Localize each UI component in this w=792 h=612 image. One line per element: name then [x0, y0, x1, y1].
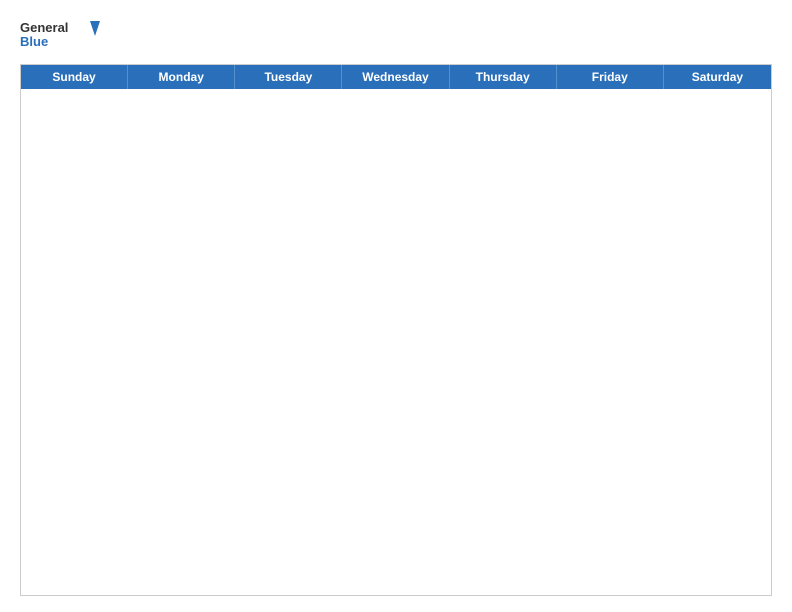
logo: General Blue: [20, 16, 100, 56]
header-cell-friday: Friday: [557, 65, 664, 89]
header-cell-tuesday: Tuesday: [235, 65, 342, 89]
calendar-header: SundayMondayTuesdayWednesdayThursdayFrid…: [21, 65, 771, 89]
top-bar: General Blue: [20, 16, 772, 56]
header-cell-wednesday: Wednesday: [342, 65, 449, 89]
header-cell-saturday: Saturday: [664, 65, 771, 89]
header-cell-sunday: Sunday: [21, 65, 128, 89]
header-cell-thursday: Thursday: [450, 65, 557, 89]
page: General Blue SundayMondayTuesdayWednesda…: [0, 0, 792, 612]
calendar-body: [21, 89, 771, 595]
calendar: SundayMondayTuesdayWednesdayThursdayFrid…: [20, 64, 772, 596]
svg-text:Blue: Blue: [20, 34, 48, 49]
logo-svg: General Blue: [20, 16, 100, 56]
header-cell-monday: Monday: [128, 65, 235, 89]
svg-text:General: General: [20, 20, 68, 35]
